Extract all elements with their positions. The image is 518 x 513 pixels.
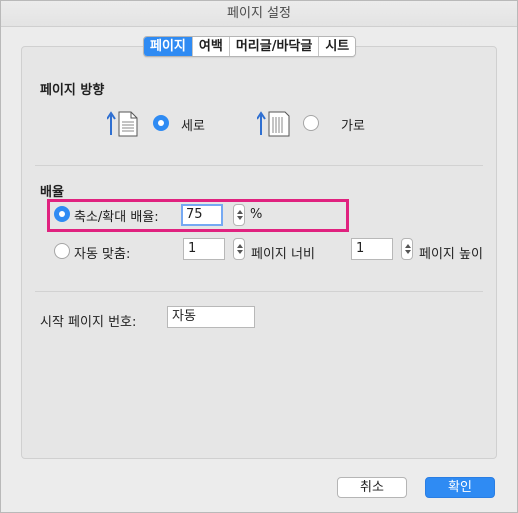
percent-sign: %	[250, 207, 263, 222]
orientation-heading: 페이지 방향	[40, 83, 105, 98]
tab-margins[interactable]: 여백	[192, 37, 230, 56]
fit-pages-wide-label: 페이지 너비	[251, 247, 315, 262]
portrait-page-icon	[107, 111, 138, 137]
fit-pages-tall-label: 페이지 높이	[419, 247, 483, 262]
portrait-label: 세로	[181, 119, 205, 134]
adjust-to-radio[interactable]	[54, 206, 70, 222]
fit-pages-tall-input[interactable]: 1	[351, 238, 393, 260]
scale-percent-input[interactable]: 75	[181, 204, 223, 226]
scaling-heading: 배율	[40, 185, 64, 200]
tab-page[interactable]: 페이지	[144, 37, 193, 56]
fit-pages-wide-input[interactable]: 1	[183, 238, 225, 260]
ok-button[interactable]: 확인	[425, 477, 495, 498]
tab-header-footer[interactable]: 머리글/바닥글	[229, 37, 320, 56]
first-page-number-input[interactable]: 자동	[167, 306, 255, 328]
tab-bar: 페이지 여백 머리글/바닥글 시트	[143, 36, 357, 57]
portrait-radio[interactable]	[153, 115, 169, 131]
tab-sheet[interactable]: 시트	[319, 37, 356, 56]
scale-percent-stepper[interactable]	[233, 204, 245, 226]
adjust-to-label: 축소/확대 배율:	[74, 210, 159, 225]
window-title: 페이지 설정	[1, 1, 517, 27]
fit-pages-tall-stepper[interactable]	[401, 238, 413, 260]
fit-to-label: 자동 맞춤:	[74, 247, 131, 262]
cancel-button[interactable]: 취소	[337, 477, 407, 498]
separator	[35, 291, 483, 292]
landscape-page-icon	[257, 111, 290, 137]
fit-pages-wide-stepper[interactable]	[233, 238, 245, 260]
landscape-label: 가로	[341, 119, 365, 134]
separator	[35, 165, 483, 166]
page-setup-dialog: 페이지 설정 페이지 여백 머리글/바닥글 시트 페이지 방향 세로 가로 배율…	[0, 0, 518, 513]
first-page-number-label: 시작 페이지 번호:	[40, 315, 137, 330]
landscape-radio[interactable]	[303, 115, 319, 131]
fit-to-radio[interactable]	[54, 243, 70, 259]
